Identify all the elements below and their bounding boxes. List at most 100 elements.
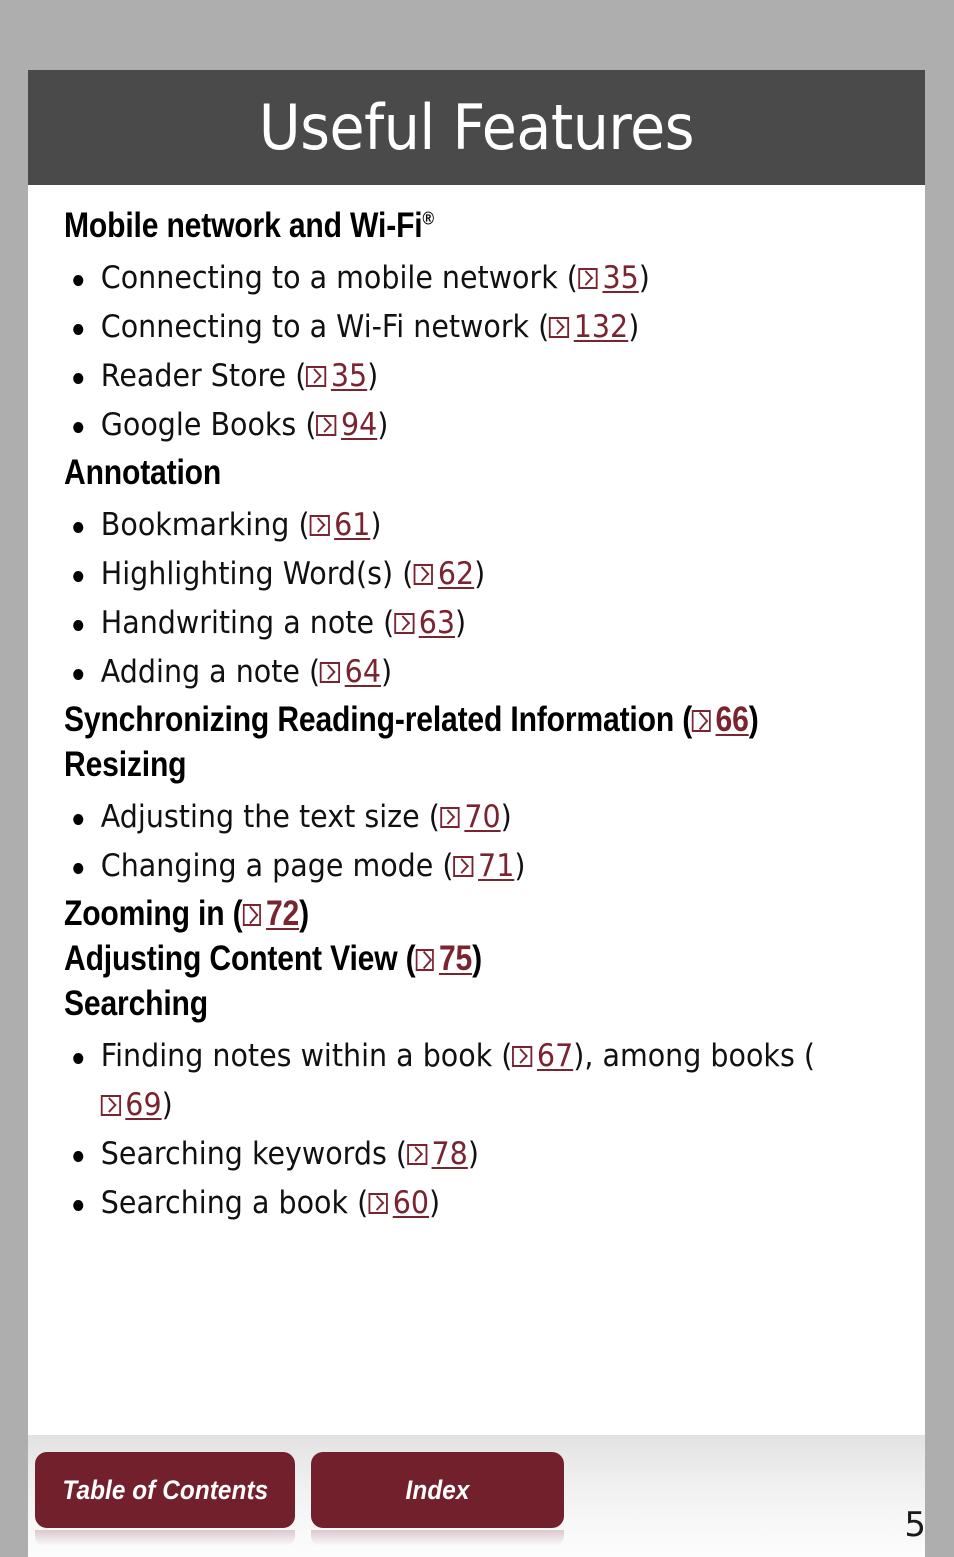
- page-reference-arrow-icon: [368, 1192, 389, 1215]
- list-item-text: Bookmarking (: [100, 507, 310, 543]
- page-reference-number: 60: [392, 1185, 430, 1221]
- page-reference-link[interactable]: 94: [316, 407, 377, 443]
- page-reference-link[interactable]: 61: [309, 507, 370, 543]
- page-reference-number: 72: [265, 894, 300, 933]
- page-reference-link[interactable]: 63: [394, 605, 455, 641]
- page-reference-link[interactable]: 60: [368, 1185, 429, 1221]
- page-reference-link[interactable]: 78: [407, 1136, 468, 1172]
- list-item-text: Searching keywords (: [100, 1136, 408, 1172]
- section-heading-mobile-network: Mobile network and Wi-Fi®: [64, 203, 889, 248]
- list-item: Highlighting Word(s) ( 62): [64, 550, 886, 599]
- section-heading-resizing: Resizing: [64, 742, 889, 787]
- section-heading-text-after: ): [299, 894, 309, 933]
- section-heading-text: Annotation: [64, 453, 222, 492]
- page-reference-arrow-icon: [413, 563, 434, 586]
- page-title: Useful Features: [258, 90, 695, 164]
- page-reference-link[interactable]: 64: [320, 654, 381, 690]
- list-item: Searching keywords ( 78): [64, 1130, 886, 1179]
- index-button[interactable]: Index: [311, 1452, 564, 1528]
- list-item-text: Finding notes within a book (: [100, 1038, 513, 1074]
- page-reference-link[interactable]: 35: [577, 260, 639, 296]
- list-item: Adjusting the text size ( 70): [64, 793, 886, 842]
- page-number: 5: [904, 1505, 926, 1545]
- page-reference-link[interactable]: 35: [306, 358, 367, 394]
- page-reference-link[interactable]: 69: [100, 1087, 162, 1123]
- table-of-contents-button-label: Table of Contents: [62, 1474, 268, 1505]
- list-item-text: Adding a note (: [100, 654, 321, 690]
- list-item: Searching a book (60): [64, 1179, 886, 1228]
- bullet-list-mobile-network: Connecting to a mobile network ( 35) Conn…: [64, 254, 891, 450]
- page-reference-link[interactable]: 75: [415, 939, 472, 978]
- index-button-label: Index: [405, 1474, 470, 1505]
- section-heading-zooming-in: Zooming in ( 72): [64, 891, 889, 936]
- page-reference-arrow-icon: [692, 710, 711, 732]
- registered-trademark-icon: ®: [422, 208, 434, 229]
- list-item: Adding a note (64): [64, 648, 886, 697]
- page-reference-number: 132: [573, 309, 629, 345]
- page-reference-link[interactable]: 67: [512, 1038, 573, 1074]
- list-item: Reader Store ( 35): [64, 352, 886, 401]
- footer-navigation: Table of Contents Index: [28, 1452, 925, 1546]
- section-heading-searching: Searching: [64, 981, 889, 1026]
- list-item-text: Connecting to a mobile network (: [100, 260, 578, 296]
- bullet-list-annotation: Bookmarking (61) Highlighting Word(s) (6…: [64, 501, 891, 697]
- section-heading-text: Zooming in (: [64, 894, 243, 933]
- list-item-text: Connecting to a Wi-Fi network (: [100, 309, 550, 345]
- page-reference-number: 78: [431, 1136, 468, 1172]
- page-reference-number: 71: [478, 848, 515, 884]
- bullet-list-searching: Finding notes within a book (67), among …: [64, 1032, 891, 1228]
- table-of-contents-button[interactable]: Table of Contents: [35, 1452, 295, 1528]
- page-reference-number: 70: [464, 799, 501, 835]
- page-reference-link[interactable]: 70: [439, 799, 501, 835]
- list-item-text: Google Books (: [100, 407, 317, 443]
- list-item-text-after: ): [474, 556, 486, 592]
- page-reference-number: 64: [344, 654, 381, 690]
- page-reference-link[interactable]: 72: [242, 894, 300, 933]
- list-item-text-after-2: ): [161, 1087, 173, 1123]
- list-item: Finding notes within a book (67), among …: [64, 1032, 886, 1130]
- list-item-text-after: ): [500, 799, 512, 835]
- page-reference-number: 75: [438, 939, 473, 978]
- page-reference-link[interactable]: 66: [692, 700, 749, 739]
- list-item-text-after: ), among books (: [573, 1038, 816, 1074]
- content-body: Mobile network and Wi-Fi® Connecting to …: [28, 185, 925, 1228]
- list-item-text-after: ): [370, 507, 382, 543]
- list-item-text: Reader Store (: [100, 358, 307, 394]
- list-item: Changing a page mode ( 71): [64, 842, 886, 891]
- list-item-text: Handwriting a note (: [100, 605, 395, 641]
- page-reference-number: 35: [330, 358, 368, 394]
- page-reference-number: 63: [418, 605, 456, 641]
- section-heading-text: Synchronizing Reading-related Informatio…: [64, 700, 693, 739]
- page-reference-link[interactable]: 132: [549, 309, 628, 345]
- page-reference-link[interactable]: 62: [413, 556, 474, 592]
- list-item-text-after: ): [638, 260, 650, 296]
- page-reference-arrow-icon: [316, 414, 337, 437]
- list-item: Connecting to a Wi-Fi network (132): [64, 303, 886, 352]
- list-item-text: Adjusting the text size (: [100, 799, 440, 835]
- page-reference-number: 35: [602, 260, 639, 296]
- list-item-text: Changing a page mode (: [100, 848, 454, 884]
- list-item-text-after: ): [367, 358, 379, 394]
- page-reference-arrow-icon: [415, 949, 435, 971]
- list-item-text: Highlighting Word(s) (: [100, 556, 414, 592]
- list-item-text-after: ): [467, 1136, 479, 1172]
- content-sheet: Useful Features Mobile network and Wi-Fi…: [28, 70, 925, 1435]
- section-heading-adjusting-content-view: Adjusting Content View ( 75): [64, 936, 889, 981]
- list-item-text-after: ): [514, 848, 526, 884]
- bullet-list-resizing: Adjusting the text size ( 70) Changing a …: [64, 793, 891, 891]
- section-heading-text-after: ): [748, 700, 759, 739]
- section-heading-text-after: ): [472, 939, 482, 978]
- page-reference-arrow-icon: [320, 661, 341, 684]
- page-reference-arrow-icon: [453, 855, 474, 878]
- list-item-text-after: ): [455, 605, 467, 641]
- section-heading-text: Searching: [64, 984, 208, 1023]
- list-item: Google Books (94): [64, 401, 886, 450]
- section-heading-annotation: Annotation: [64, 450, 889, 495]
- section-heading-text: Adjusting Content View (: [64, 939, 416, 978]
- page-reference-arrow-icon: [394, 612, 415, 635]
- page-reference-arrow-icon: [100, 1094, 121, 1117]
- page-reference-number: 62: [437, 556, 475, 592]
- page-reference-link[interactable]: 71: [453, 848, 515, 884]
- table-of-contents-button-reflection: [35, 1530, 295, 1546]
- list-item-text: Searching a book (: [100, 1185, 369, 1221]
